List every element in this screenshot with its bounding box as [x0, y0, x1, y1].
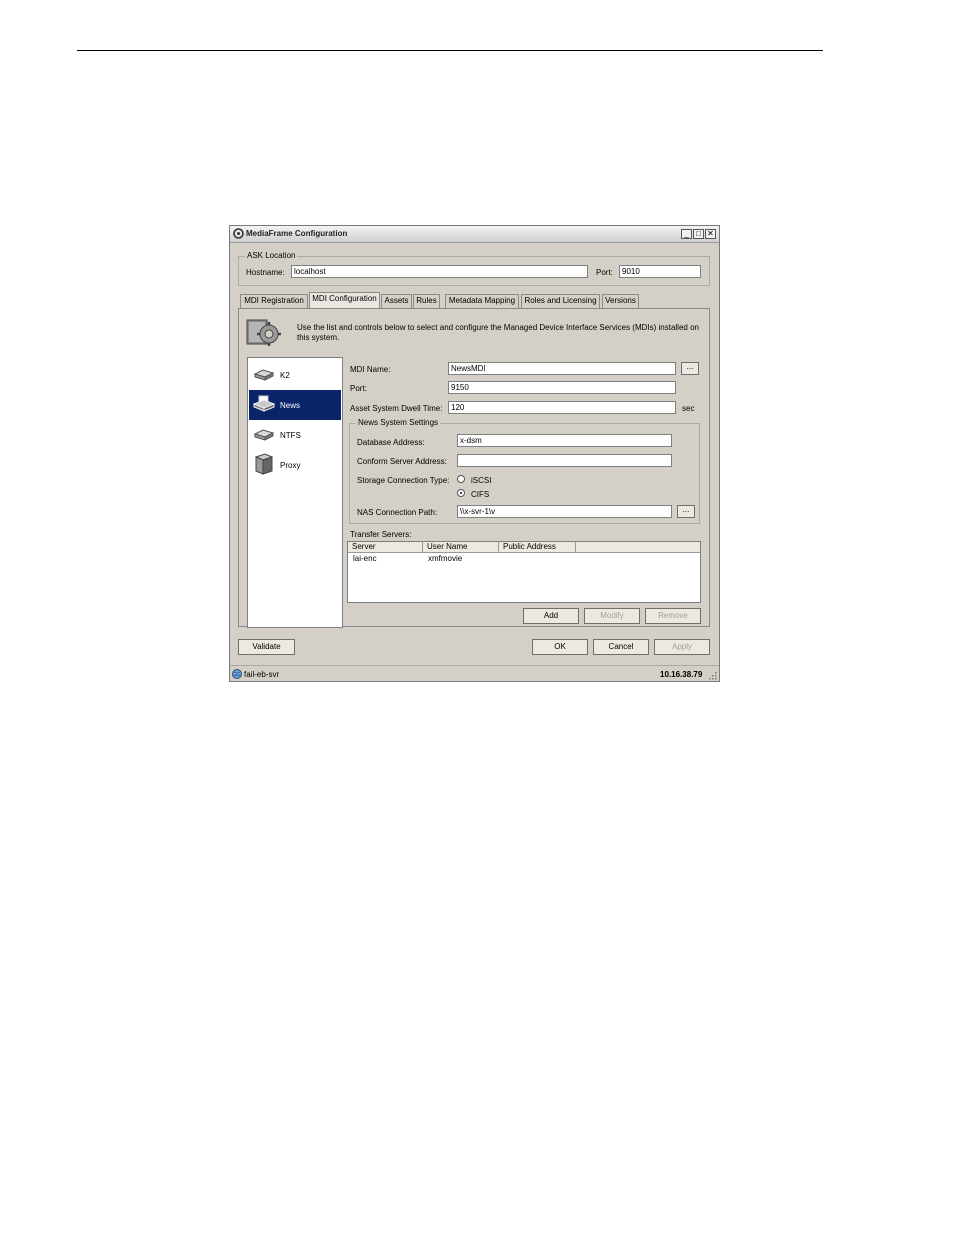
- mdi-port-input[interactable]: 9150: [448, 381, 676, 394]
- database-address-input[interactable]: x-dsm: [457, 434, 672, 447]
- status-server-name: fail-eb-svr: [244, 670, 280, 679]
- status-ip-address: 10.16.38.79: [660, 670, 703, 679]
- apply-button[interactable]: Apply: [654, 639, 710, 655]
- tab-mdi-registration[interactable]: MDI Registration: [240, 294, 308, 308]
- nas-path-browse-button[interactable]: ...: [677, 505, 695, 518]
- cifs-radio[interactable]: [457, 489, 465, 497]
- mdi-item-label: NTFS: [280, 431, 301, 440]
- mdi-item-k2[interactable]: K2: [249, 360, 341, 390]
- intro-text: Use the list and controls below to selec…: [297, 323, 699, 342]
- conform-server-label: Conform Server Address:: [357, 457, 447, 466]
- drive-icon: [253, 429, 275, 441]
- dwell-time-label: Asset System Dwell Time:: [350, 404, 443, 413]
- column-header-filler: [576, 542, 700, 553]
- window-title: MediaFrame Configuration: [246, 229, 348, 238]
- iscsi-radio[interactable]: [457, 475, 465, 483]
- ask-port-input[interactable]: 9010: [619, 265, 701, 278]
- title-bar: MediaFrame Configuration _ □ ✕: [230, 226, 719, 243]
- tab-rules[interactable]: Rules: [413, 294, 440, 308]
- ask-location-legend: ASK Location: [245, 251, 298, 260]
- validate-button[interactable]: Validate: [238, 639, 295, 655]
- tab-mdi-configuration[interactable]: MDI Configuration: [309, 292, 380, 308]
- modify-button[interactable]: Modify: [584, 608, 640, 624]
- cell-user-name: xmfmovie: [428, 554, 463, 563]
- conform-server-input[interactable]: [457, 454, 672, 467]
- cell-server: lai-enc: [353, 554, 377, 563]
- transfer-servers-table[interactable]: Server User Name Public Address lai-enc …: [347, 541, 701, 603]
- mdi-item-label: News: [280, 401, 301, 410]
- tab-versions[interactable]: Versions: [602, 294, 639, 308]
- cifs-label: CIFS: [471, 490, 490, 499]
- mdi-item-ntfs[interactable]: NTFS: [249, 420, 341, 450]
- dwell-time-input[interactable]: 120: [448, 401, 676, 414]
- transfer-servers-label: Transfer Servers:: [350, 530, 412, 539]
- mdi-item-label: K2: [280, 371, 290, 380]
- nas-path-input[interactable]: \\x-svr-1\v: [457, 505, 672, 518]
- app-icon: [233, 228, 244, 239]
- column-header-user-name[interactable]: User Name: [423, 542, 499, 553]
- ok-button[interactable]: OK: [532, 639, 588, 655]
- mdi-name-label: MDI Name:: [350, 365, 391, 374]
- minimize-button[interactable]: _: [681, 229, 692, 239]
- mdi-list[interactable]: K2 News NTFS Proxy: [247, 357, 343, 628]
- tab-assets[interactable]: Assets: [381, 294, 412, 308]
- status-bar: fail-eb-svr 10.16.38.79: [230, 665, 719, 682]
- hostname-input[interactable]: localhost: [291, 265, 588, 278]
- tab-roles-and-licensing[interactable]: Roles and Licensing: [521, 294, 600, 308]
- port-label: Port:: [596, 268, 613, 277]
- database-address-label: Database Address:: [357, 438, 425, 447]
- maximize-button[interactable]: □: [693, 229, 704, 239]
- page-rule: [77, 50, 823, 51]
- mediaframe-config-window: MediaFrame Configuration _ □ ✕ ASK Locat…: [229, 225, 720, 682]
- resize-grip-icon[interactable]: [709, 672, 717, 680]
- gear-box-icon: [246, 319, 281, 346]
- table-row[interactable]: lai-enc xmfmovie: [348, 553, 700, 564]
- cancel-button[interactable]: Cancel: [593, 639, 649, 655]
- hostname-label: Hostname:: [246, 268, 285, 277]
- nas-path-label: NAS Connection Path:: [357, 508, 438, 517]
- mdi-name-browse-button[interactable]: ...: [681, 362, 699, 375]
- news-settings-legend: News System Settings: [356, 418, 441, 427]
- column-header-public-address[interactable]: Public Address: [499, 542, 576, 553]
- column-header-server[interactable]: Server: [348, 542, 423, 553]
- close-button[interactable]: ✕: [705, 229, 716, 239]
- storage-connection-label: Storage Connection Type:: [357, 476, 450, 485]
- mdi-port-label: Port:: [350, 384, 367, 393]
- iscsi-label: iSCSI: [471, 476, 492, 485]
- server-icon: [254, 453, 274, 475]
- tab-metadata-mapping[interactable]: Metadata Mapping: [445, 294, 519, 308]
- mdi-item-news[interactable]: News: [249, 390, 341, 420]
- add-button[interactable]: Add: [523, 608, 579, 624]
- mdi-item-proxy[interactable]: Proxy: [249, 450, 341, 480]
- printer-icon: [253, 395, 275, 412]
- mdi-item-label: Proxy: [280, 461, 301, 470]
- remove-button[interactable]: Remove: [645, 608, 701, 624]
- mdi-name-input[interactable]: NewsMDI: [448, 362, 676, 375]
- drive-icon: [253, 369, 275, 381]
- dwell-unit-label: sec: [682, 404, 695, 413]
- globe-icon: [232, 669, 242, 679]
